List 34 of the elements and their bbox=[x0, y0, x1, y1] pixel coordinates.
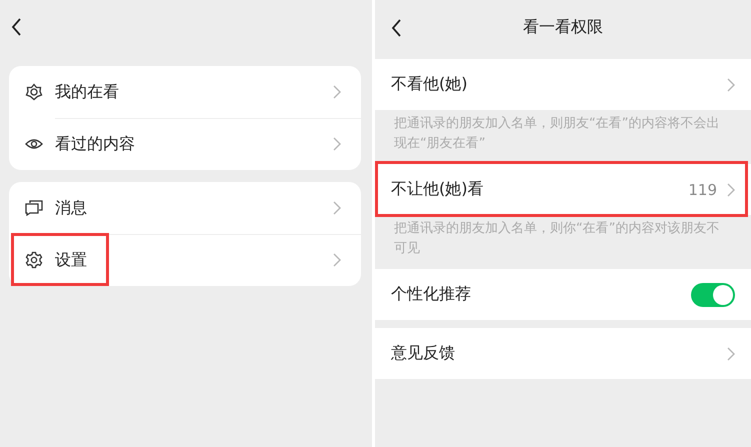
hint-text: 把通讯录的朋友加入名单，则朋友“在看”的内容将不会出现在“朋友在看” bbox=[393, 115, 720, 153]
chevron-icon bbox=[333, 253, 341, 267]
menu-label: 看过的内容 bbox=[55, 134, 136, 154]
chevron-icon bbox=[333, 201, 341, 215]
settings-icon bbox=[25, 251, 43, 269]
settings-row[interactable]: 不看他(她) bbox=[375, 59, 751, 110]
eye-icon bbox=[25, 138, 43, 150]
flower-icon bbox=[25, 83, 43, 101]
chevron-icon bbox=[333, 137, 341, 151]
chevron-icon bbox=[727, 182, 735, 196]
chevron-icon bbox=[727, 346, 735, 360]
menu-label: 设置 bbox=[55, 250, 88, 270]
chevron-icon bbox=[333, 85, 341, 99]
chevron-icon bbox=[727, 78, 735, 92]
settings-row[interactable]: 不让他(她)看 119 bbox=[375, 164, 751, 215]
row-label: 不让他(她)看 bbox=[391, 179, 484, 200]
toggle-switch[interactable] bbox=[691, 282, 735, 306]
menu-item[interactable]: 看过的内容 bbox=[9, 118, 361, 170]
menu-label: 我的在看 bbox=[55, 82, 120, 102]
menu-label: 消息 bbox=[55, 198, 88, 218]
back-icon[interactable] bbox=[10, 17, 22, 37]
menu-item[interactable]: 消息 bbox=[9, 182, 361, 234]
count: 119 bbox=[688, 180, 717, 198]
chat-icon bbox=[25, 200, 43, 216]
settings-row[interactable]: 意见反馈 bbox=[375, 328, 751, 379]
row-label: 意见反馈 bbox=[391, 343, 456, 364]
row-label: 个性化推荐 bbox=[391, 284, 472, 305]
back-icon[interactable] bbox=[390, 18, 402, 38]
settings-row[interactable]: 个性化推荐 bbox=[375, 269, 751, 320]
menu-item[interactable]: 我的在看 bbox=[9, 66, 361, 118]
page-title: 看一看权限 bbox=[523, 17, 603, 38]
row-label: 不看他(她) bbox=[391, 74, 468, 95]
hint-text: 把通讯录的朋友加入名单，则你“在看”的内容对该朋友不可见 bbox=[393, 220, 720, 258]
menu-item[interactable]: 设置 bbox=[9, 234, 361, 286]
